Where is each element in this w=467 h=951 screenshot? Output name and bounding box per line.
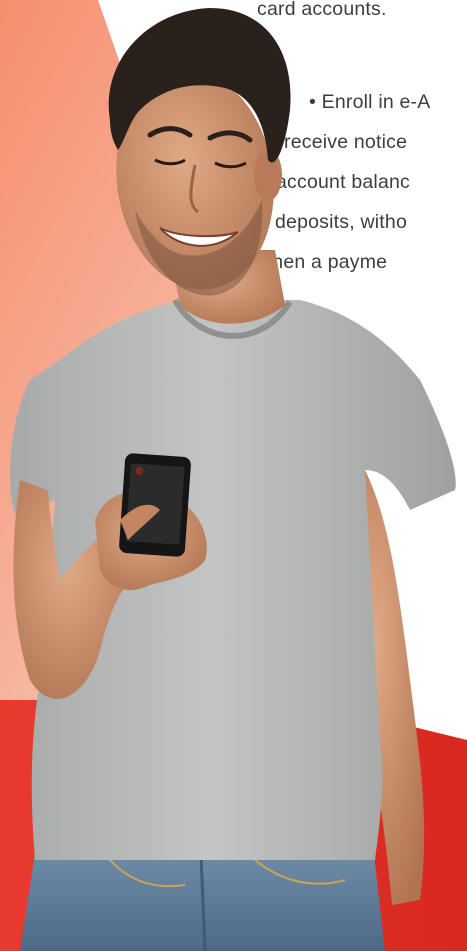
promo-panel: card accounts. • Enroll in e-A receive n… <box>0 0 467 951</box>
phone <box>119 453 191 557</box>
man-with-phone-photo <box>10 8 456 951</box>
